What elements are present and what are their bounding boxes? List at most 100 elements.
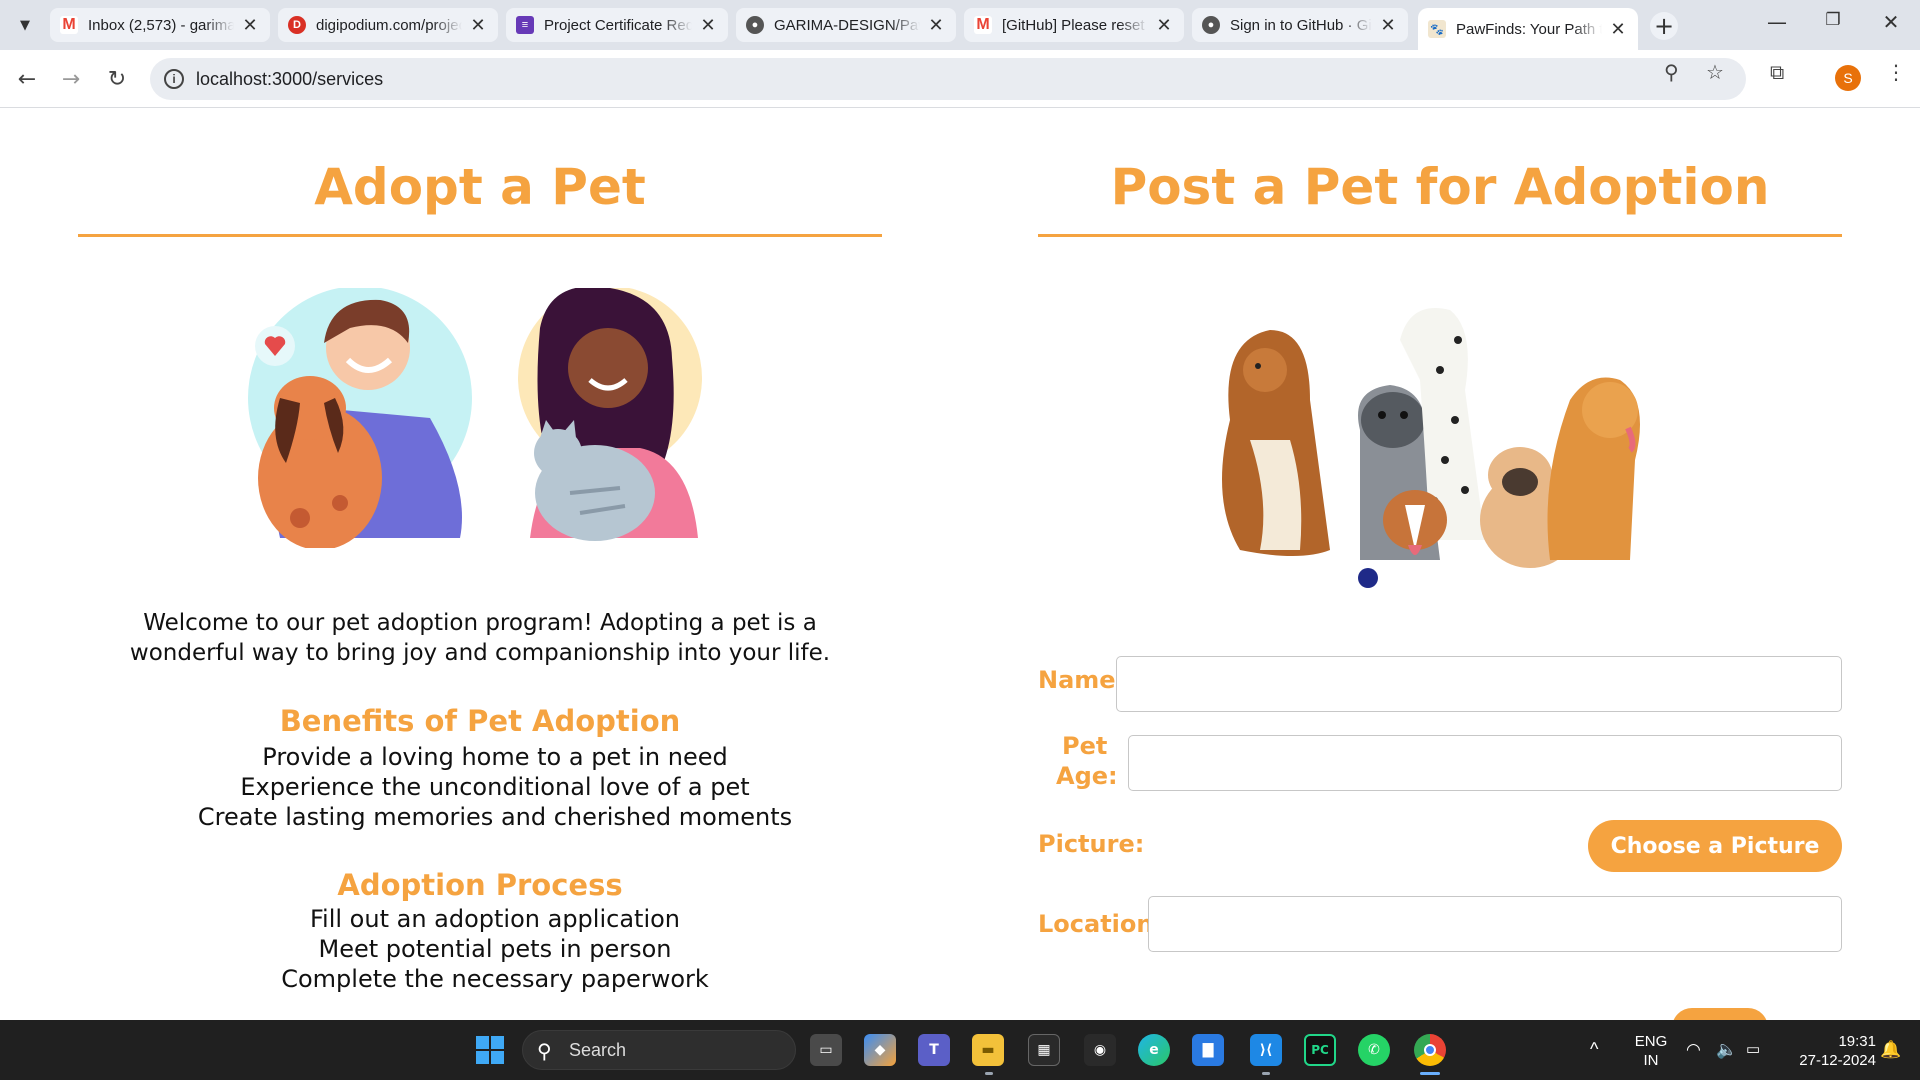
file-explorer-icon[interactable]: ▬	[972, 1034, 1004, 1066]
tab-github-reset[interactable]: M [GitHub] Please reset your password ✕	[964, 8, 1184, 42]
chrome-icon[interactable]	[1414, 1034, 1446, 1066]
extensions-icon[interactable]: ⧉	[1770, 60, 1784, 84]
picture-label: Picture:	[1038, 830, 1145, 858]
pet-age-input[interactable]	[1128, 735, 1842, 791]
close-tab-icon[interactable]: ✕	[468, 15, 488, 36]
list-item: Provide a loving home to a pet in need	[262, 743, 728, 771]
name-label: Name:	[1038, 666, 1126, 694]
gmail-icon: M	[60, 16, 78, 34]
services-page: Adopt a Pet Welcome to our pet adoption …	[0, 108, 1920, 1020]
location-label: Location:	[1038, 910, 1164, 938]
language-indicator[interactable]: ENG IN	[1628, 1032, 1674, 1070]
name-input[interactable]	[1116, 656, 1842, 712]
clock[interactable]: 19:31 27-12-2024	[1780, 1032, 1876, 1070]
bookmark-star-icon[interactable]: ☆	[1706, 60, 1724, 84]
search-placeholder: Search	[569, 1039, 627, 1060]
edge-icon[interactable]: e	[1138, 1034, 1170, 1066]
close-tab-icon[interactable]: ✕	[1154, 15, 1174, 36]
pycharm-icon[interactable]: PC	[1304, 1034, 1336, 1066]
tab-title: Inbox (2,573) - garima	[88, 16, 234, 34]
pet-owners-illustration	[248, 288, 702, 548]
search-icon: ⚲	[537, 1041, 552, 1063]
running-indicator	[1262, 1072, 1270, 1075]
close-tab-icon[interactable]: ✕	[926, 15, 946, 36]
volume-icon[interactable]: 🔈	[1716, 1040, 1737, 1059]
process-list: Fill out an adoption application Meet po…	[100, 904, 890, 994]
tab-github-repo[interactable]: ● GARIMA-DESIGN/PawFinds ✕	[736, 8, 956, 42]
taskbar-search[interactable]: ⚲ Search	[522, 1030, 796, 1070]
copilot-icon[interactable]: ◆	[864, 1034, 896, 1066]
tab-title: [GitHub] Please reset your password	[1002, 16, 1148, 34]
browser-menu-icon[interactable]: ⋮	[1886, 60, 1906, 84]
list-item: Fill out an adoption application	[309, 905, 681, 933]
dogs-group-illustration	[1222, 308, 1640, 588]
store-icon[interactable]: ▦	[1028, 1034, 1060, 1066]
zoom-icon[interactable]: ⚲	[1664, 60, 1679, 84]
list-item: Experience the unconditional love of a p…	[240, 773, 750, 801]
pet-age-label-line2: Age:	[1056, 762, 1118, 790]
tab-pawfinds[interactable]: 🐾 PawFinds: Your Path to a New Friend ✕	[1418, 8, 1638, 50]
show-hidden-icons[interactable]: ^	[1590, 1040, 1598, 1059]
camera-icon[interactable]: ◉	[1084, 1034, 1116, 1066]
post-divider	[1038, 234, 1842, 237]
browser-toolbar: ← → ↻ i localhost:3000/services ⚲ ☆ ⧉ S …	[0, 50, 1920, 108]
date-text: 27-12-2024	[1799, 1052, 1876, 1069]
gmail-icon: M	[974, 16, 992, 34]
list-item: Complete the necessary paperwork	[281, 965, 709, 993]
forward-icon[interactable]: →	[56, 64, 86, 94]
benefits-heading: Benefits of Pet Adoption	[279, 704, 681, 738]
close-tab-icon[interactable]: ✕	[240, 15, 260, 36]
notifications-icon[interactable]: 🔔	[1880, 1040, 1901, 1059]
whatsapp-icon[interactable]: ✆	[1358, 1034, 1390, 1066]
tab-project-certificate[interactable]: ≡ Project Certificate Request ✕	[506, 8, 728, 42]
pawfinds-icon: 🐾	[1428, 20, 1446, 38]
adopt-intro-text: Welcome to our pet adoption program! Ado…	[129, 610, 831, 666]
back-icon[interactable]: ←	[12, 64, 42, 94]
adopt-title: Adopt a Pet	[314, 158, 646, 216]
teams-icon[interactable]: T	[918, 1034, 950, 1066]
battery-icon[interactable]: ▭	[1746, 1040, 1760, 1059]
start-icon[interactable]	[474, 1034, 506, 1066]
windows-taskbar: ⚲ Search ▭ ◆ T ▬ ▦ ◉ e ▇ ⟩⟨ PC ✆ ^ ENG I…	[0, 1020, 1920, 1080]
tab-digipodium[interactable]: D digipodium.com/project ✕	[278, 8, 498, 42]
close-tab-icon[interactable]: ✕	[1608, 19, 1628, 40]
close-window-icon[interactable]: ✕	[1876, 10, 1906, 34]
tab-gmail-inbox[interactable]: M Inbox (2,573) - garima ✕	[50, 8, 270, 42]
reload-icon[interactable]: ↻	[102, 64, 132, 94]
tab-title: Project Certificate Request	[544, 16, 692, 34]
tab-title: Sign in to GitHub · GitHub	[1230, 16, 1372, 34]
lang-code: ENG	[1634, 1033, 1668, 1050]
close-tab-icon[interactable]: ✕	[698, 15, 718, 36]
active-indicator	[1420, 1072, 1440, 1075]
list-item: Meet potential pets in person	[318, 935, 672, 963]
minimize-icon[interactable]: —	[1762, 10, 1792, 34]
choose-picture-button[interactable]: Choose a Picture	[1588, 820, 1842, 872]
forms-icon: ≡	[516, 16, 534, 34]
location-input[interactable]	[1148, 896, 1842, 952]
tab-github-signin[interactable]: ● Sign in to GitHub · GitHub ✕	[1192, 8, 1408, 42]
site-info-icon[interactable]: i	[164, 69, 184, 89]
submit-button[interactable]	[1672, 1008, 1768, 1020]
digipodium-icon: D	[288, 16, 306, 34]
new-tab-button[interactable]: +	[1650, 12, 1678, 40]
profile-avatar[interactable]: S	[1835, 65, 1861, 91]
github-icon: ●	[1202, 16, 1220, 34]
windows-app-icon[interactable]: ▇	[1192, 1034, 1224, 1066]
tab-search-menu-icon[interactable]: ▼	[12, 12, 38, 38]
running-indicator	[985, 1072, 993, 1075]
task-view-icon[interactable]: ▭	[810, 1034, 842, 1066]
close-tab-icon[interactable]: ✕	[1378, 15, 1398, 36]
tab-title: PawFinds: Your Path to a New Friend	[1456, 20, 1602, 38]
list-item: Create lasting memories and cherished mo…	[197, 803, 793, 831]
region-code: IN	[1643, 1052, 1659, 1069]
time-text: 19:31	[1838, 1033, 1876, 1050]
wifi-icon[interactable]: ◠	[1686, 1040, 1701, 1059]
vscode-icon[interactable]: ⟩⟨	[1250, 1034, 1282, 1066]
post-title: Post a Pet for Adoption	[1110, 158, 1770, 216]
restore-icon[interactable]: ❐	[1818, 10, 1848, 30]
adopt-divider	[78, 234, 882, 237]
url-text: localhost:3000/services	[196, 68, 384, 89]
address-bar[interactable]: i localhost:3000/services	[150, 58, 1746, 100]
github-icon: ●	[746, 16, 764, 34]
pet-age-label-line1: Pet	[1062, 732, 1108, 760]
